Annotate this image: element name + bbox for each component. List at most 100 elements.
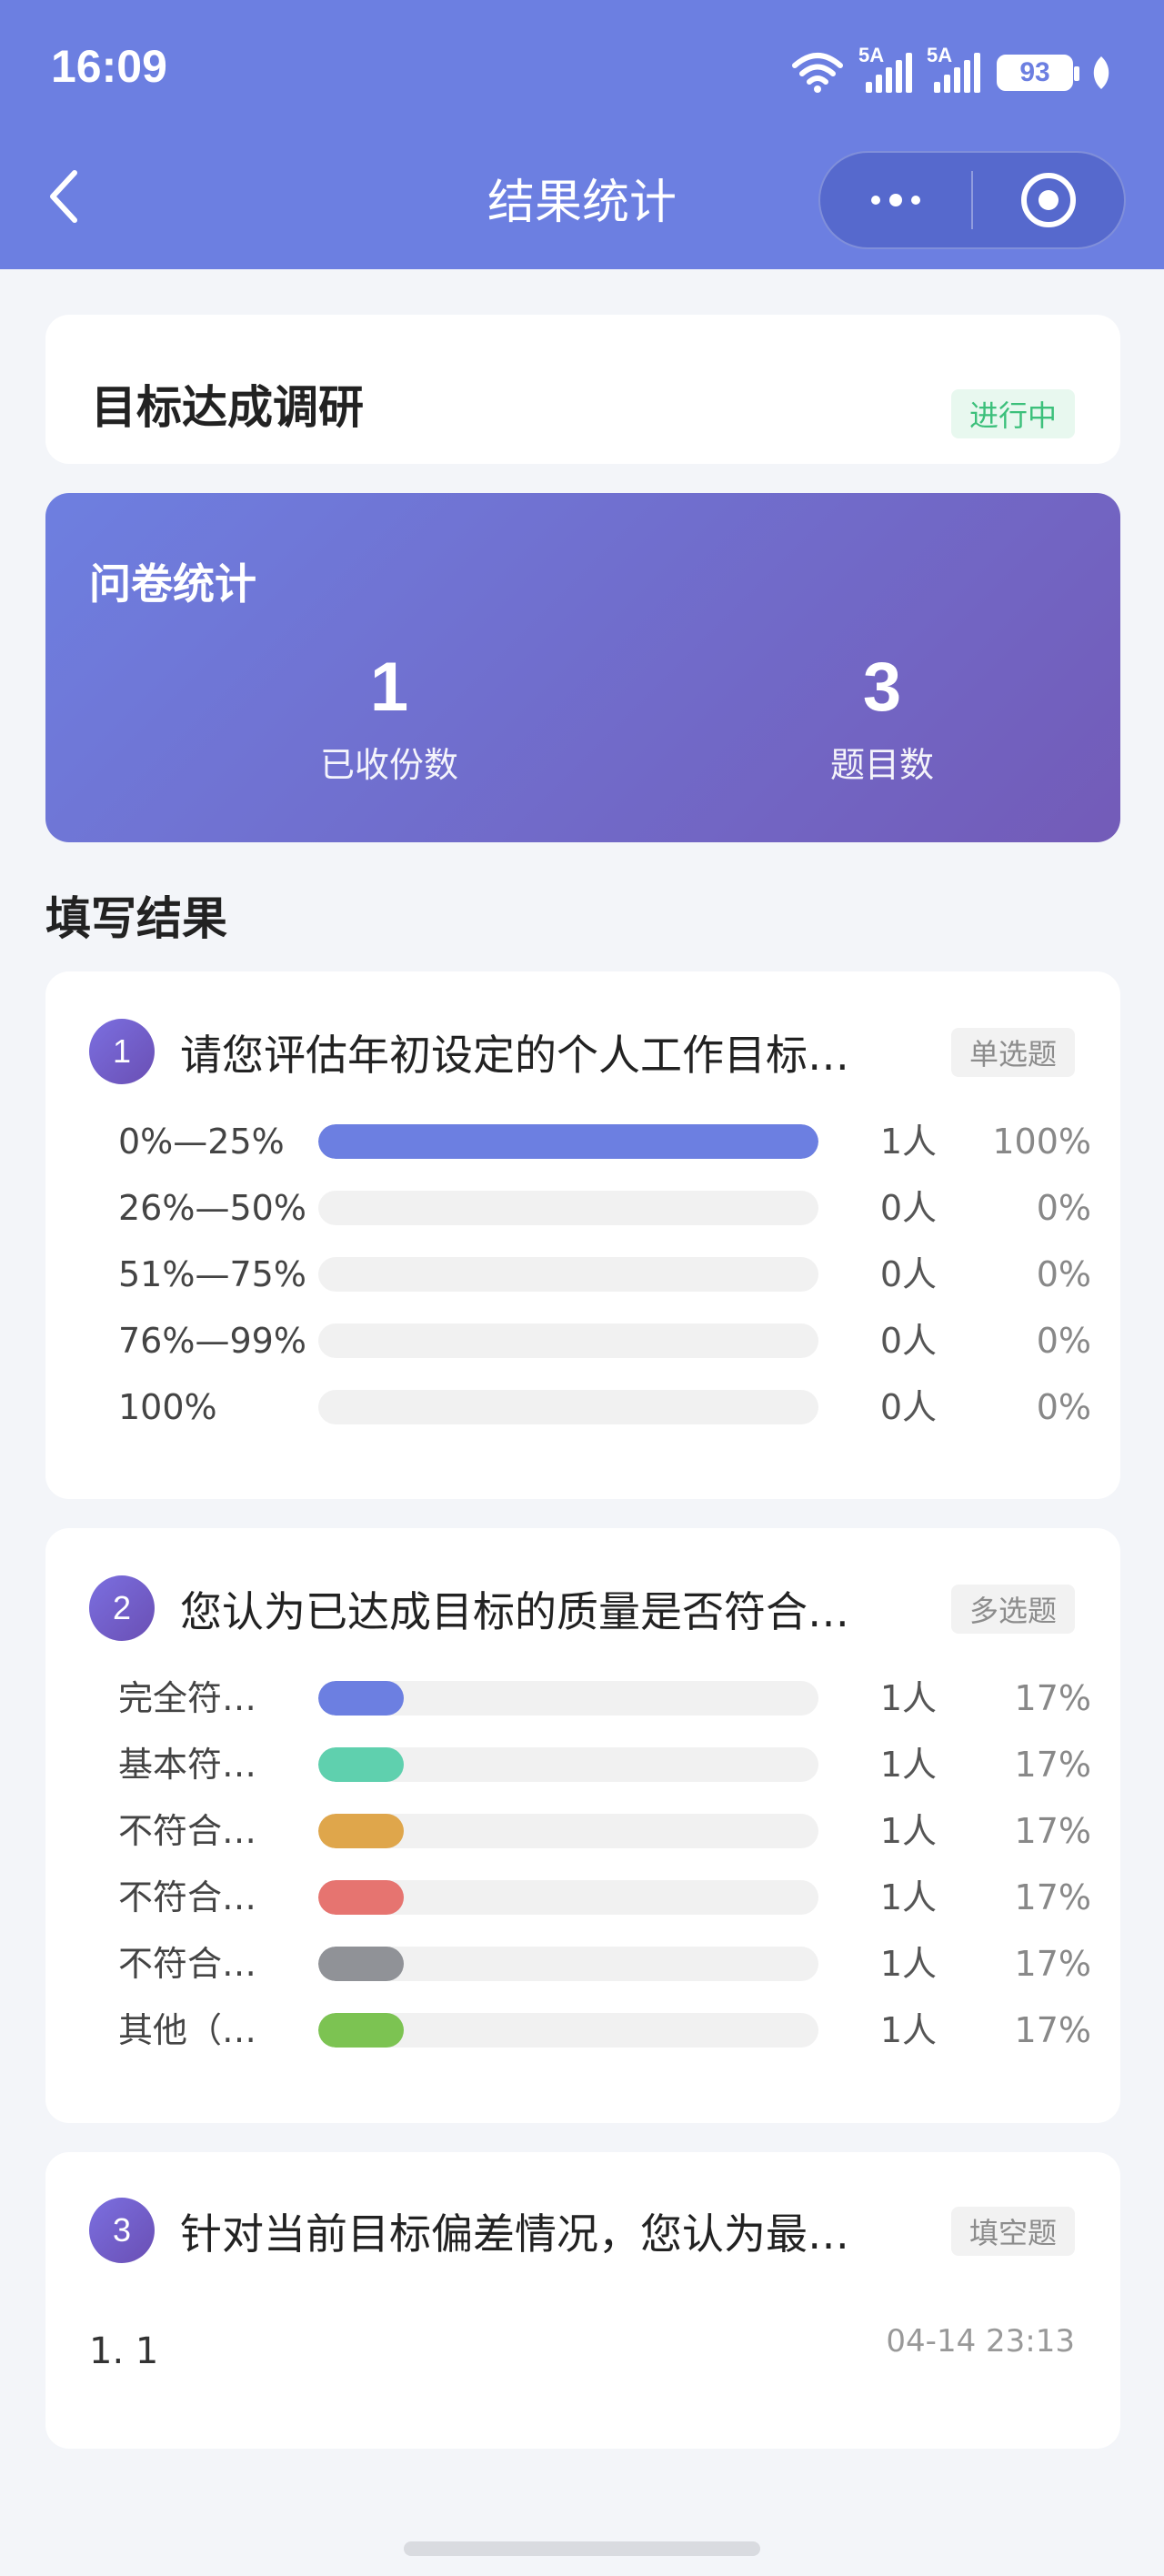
option-bar-track	[318, 1681, 818, 1716]
question-card-1: 1 请您评估年初设定的个人工作目标… 单选题 0%—25% 1人 100% 26%—5…	[45, 971, 1120, 1499]
option-bar-track	[318, 1947, 818, 1981]
top-bar: 16:09 5A 5A 93 结果统计	[0, 0, 1164, 269]
option-row: 不符合… 1人 17%	[118, 1941, 1091, 1987]
option-row: 100% 0人 0%	[118, 1384, 1091, 1430]
option-bar-fill	[318, 1747, 404, 1782]
option-count: 1人	[879, 1811, 937, 1851]
option-percent: 17%	[1014, 1678, 1091, 1718]
option-count: 0人	[879, 1321, 937, 1361]
option-label: 基本符…	[118, 1745, 257, 1785]
option-label: 完全符…	[118, 1678, 257, 1718]
signal-icon-2: 5A	[927, 44, 980, 93]
question-card-3: 3 针对当前目标偏差情况，您认为最… 填空题 1. 1 04-14 23:13	[45, 2152, 1120, 2449]
option-label: 100%	[118, 1387, 217, 1427]
question-type-badge: 填空题	[950, 2207, 1075, 2256]
survey-title: 目标达成调研	[91, 381, 364, 434]
question-type-badge: 多选题	[950, 1585, 1075, 1634]
question-card-2: 2 您认为已达成目标的质量是否符合… 多选题 完全符… 1人 17% 基本符… 1人 17…	[45, 1528, 1120, 2123]
option-percent: 17%	[1014, 1811, 1091, 1851]
status-time: 16:09	[51, 41, 167, 92]
option-percent: 17%	[1014, 1944, 1091, 1984]
option-bar-track	[318, 1323, 818, 1358]
battery-icon: 93	[997, 55, 1079, 91]
option-percent: 17%	[1014, 1745, 1091, 1785]
results-section-title: 填写结果	[45, 892, 227, 945]
option-percent: 0%	[1036, 1387, 1091, 1427]
option-row: 76%—99% 0人 0%	[118, 1318, 1091, 1363]
option-bar-track	[318, 1124, 818, 1159]
option-count: 1人	[879, 1678, 937, 1718]
option-bar-fill	[318, 1124, 818, 1159]
target-icon	[1020, 173, 1076, 227]
option-count: 1人	[879, 1745, 937, 1785]
option-count: 1人	[879, 1877, 937, 1917]
survey-header-card: 目标达成调研 进行中	[45, 315, 1120, 464]
collected-label: 已收份数	[319, 745, 458, 785]
option-row: 基本符… 1人 17%	[118, 1742, 1091, 1787]
option-bar-track	[318, 1880, 818, 1915]
question-count: 3	[862, 649, 902, 726]
option-percent: 0%	[1036, 1188, 1091, 1228]
stats-title: 问卷统计	[89, 559, 256, 609]
option-label: 不符合…	[118, 1877, 257, 1917]
option-bar-track	[318, 1747, 818, 1782]
question-number: 2	[89, 1575, 155, 1641]
option-row: 不符合… 1人 17%	[118, 1875, 1091, 1920]
option-percent: 0%	[1036, 1321, 1091, 1361]
option-percent: 17%	[1014, 1877, 1091, 1917]
question-text: 针对当前目标偏差情况，您认为最…	[180, 2209, 849, 2259]
option-bar-fill	[318, 1947, 404, 1981]
signal-icon: 5A	[858, 44, 912, 93]
question-number: 1	[89, 1019, 155, 1084]
option-label: 其他（…	[118, 2010, 257, 2050]
option-row: 不符合… 1人 17%	[118, 1808, 1091, 1854]
question-type-badge: 单选题	[950, 1028, 1075, 1077]
option-label: 26%—50%	[118, 1188, 306, 1228]
status-icons: 5A 5A 93	[791, 44, 1113, 100]
option-bar-track	[318, 2013, 818, 2048]
answer-time: 04-14 23:13	[886, 2323, 1075, 2360]
home-indicator	[404, 2541, 760, 2556]
question-number: 3	[89, 2198, 155, 2263]
option-bar-fill	[318, 1681, 404, 1716]
option-row: 51%—75% 0人 0%	[118, 1252, 1091, 1297]
option-percent: 100%	[992, 1122, 1091, 1162]
option-bar-track	[318, 1814, 818, 1848]
option-row: 0%—25% 1人 100%	[118, 1119, 1091, 1164]
question-count-label: 题目数	[829, 745, 934, 785]
mini-program-capsule	[818, 151, 1126, 249]
answer-text: 1. 1	[89, 2330, 159, 2372]
option-percent: 17%	[1014, 2010, 1091, 2050]
status-badge: 进行中	[950, 389, 1075, 438]
option-bar-fill	[318, 2013, 404, 2048]
question-text: 请您评估年初设定的个人工作目标…	[180, 1031, 849, 1080]
option-bar-track	[318, 1191, 818, 1225]
option-bar-track	[318, 1257, 818, 1292]
more-button[interactable]	[820, 151, 971, 249]
wifi-icon	[792, 53, 843, 93]
option-label: 76%—99%	[118, 1321, 306, 1361]
more-dots-icon	[871, 194, 920, 206]
option-bar-fill	[318, 1814, 404, 1848]
option-label: 不符合…	[118, 1944, 257, 1984]
collected-count: 1	[369, 649, 409, 726]
option-label: 51%—75%	[118, 1254, 306, 1294]
option-row: 完全符… 1人 17%	[118, 1675, 1091, 1721]
option-count: 0人	[879, 1188, 937, 1228]
close-button[interactable]	[973, 151, 1124, 249]
option-count: 1人	[879, 2010, 937, 2050]
option-row: 其他（… 1人 17%	[118, 2007, 1091, 2053]
survey-stats-card: 问卷统计 1 已收份数 3 题目数	[45, 493, 1120, 842]
option-count: 1人	[879, 1944, 937, 1984]
option-label: 不符合…	[118, 1811, 257, 1851]
leaf-icon	[1093, 56, 1109, 89]
option-count: 1人	[879, 1122, 937, 1162]
option-count: 0人	[879, 1254, 937, 1294]
question-text: 您认为已达成目标的质量是否符合…	[180, 1587, 849, 1636]
option-percent: 0%	[1036, 1254, 1091, 1294]
option-label: 0%—25%	[118, 1122, 285, 1162]
option-count: 0人	[879, 1387, 937, 1427]
option-bar-fill	[318, 1880, 404, 1915]
option-row: 26%—50% 0人 0%	[118, 1185, 1091, 1231]
option-bar-track	[318, 1390, 818, 1424]
